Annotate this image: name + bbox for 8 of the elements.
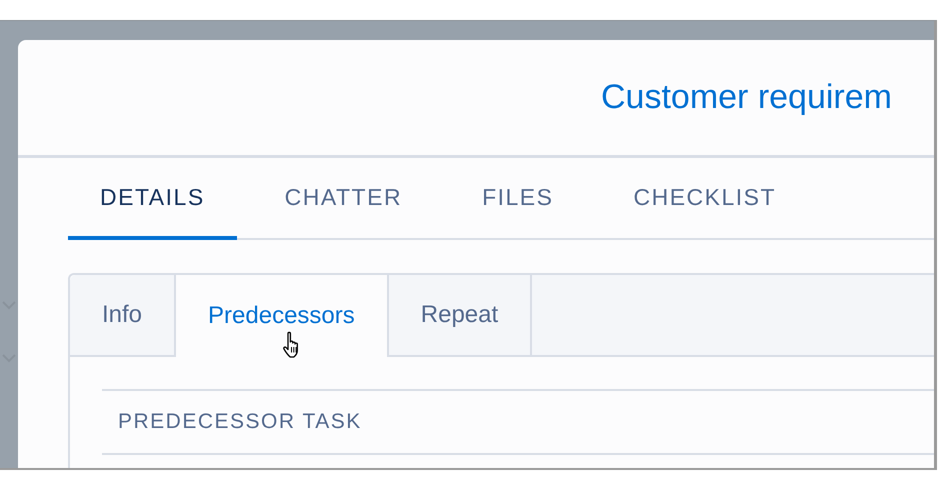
subtab[interactable]: Repeat bbox=[388, 275, 532, 355]
section-heading: PREDECESSOR TASK bbox=[118, 410, 362, 434]
tab[interactable]: DETAILS bbox=[68, 158, 237, 240]
tab[interactable]: CHECKLIST bbox=[601, 158, 808, 240]
tab[interactable]: FILES bbox=[450, 158, 586, 240]
subtab[interactable]: Predecessors bbox=[176, 275, 389, 357]
modal-title: Customer requirem bbox=[601, 78, 892, 117]
tab[interactable]: CHATTER bbox=[252, 158, 434, 240]
